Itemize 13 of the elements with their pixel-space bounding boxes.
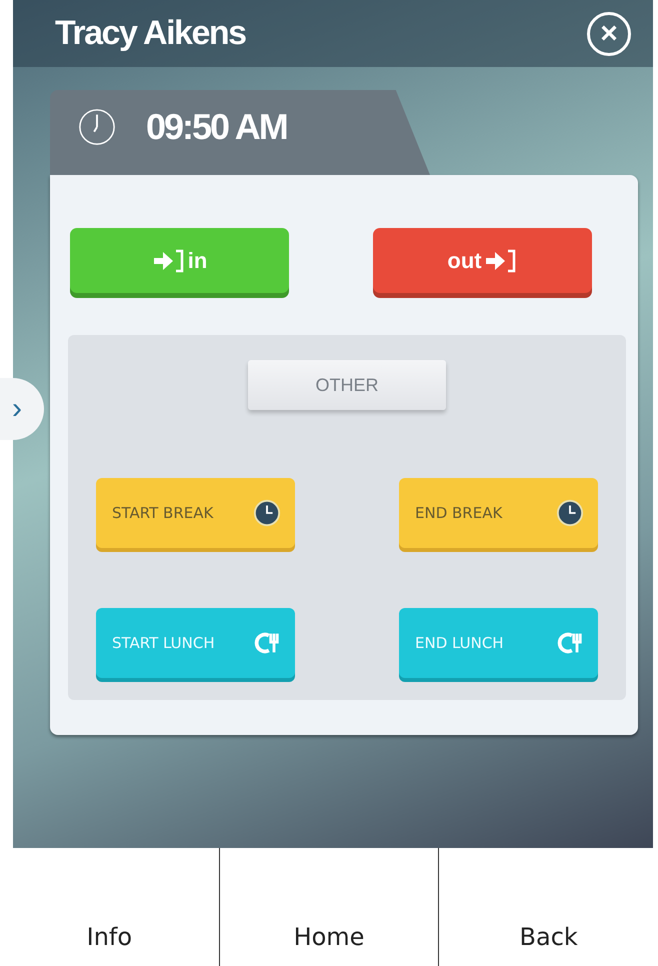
action-button[interactable]: END BREAK [399,478,598,548]
close-button[interactable]: × [587,12,631,56]
sign-in-icon [152,248,186,274]
clock-icon [556,499,584,527]
clock-icon [78,108,116,146]
sign-in-icon [484,248,518,274]
employee-name: Tracy Aikens [55,14,246,53]
punch-button[interactable]: out [373,228,592,293]
current-time: 09:50 AM [146,106,287,148]
action-button[interactable]: START BREAK [96,478,295,548]
expand-tab[interactable]: › [0,378,44,440]
clock-icon [253,499,281,527]
other-button[interactable]: OTHER [248,360,446,410]
